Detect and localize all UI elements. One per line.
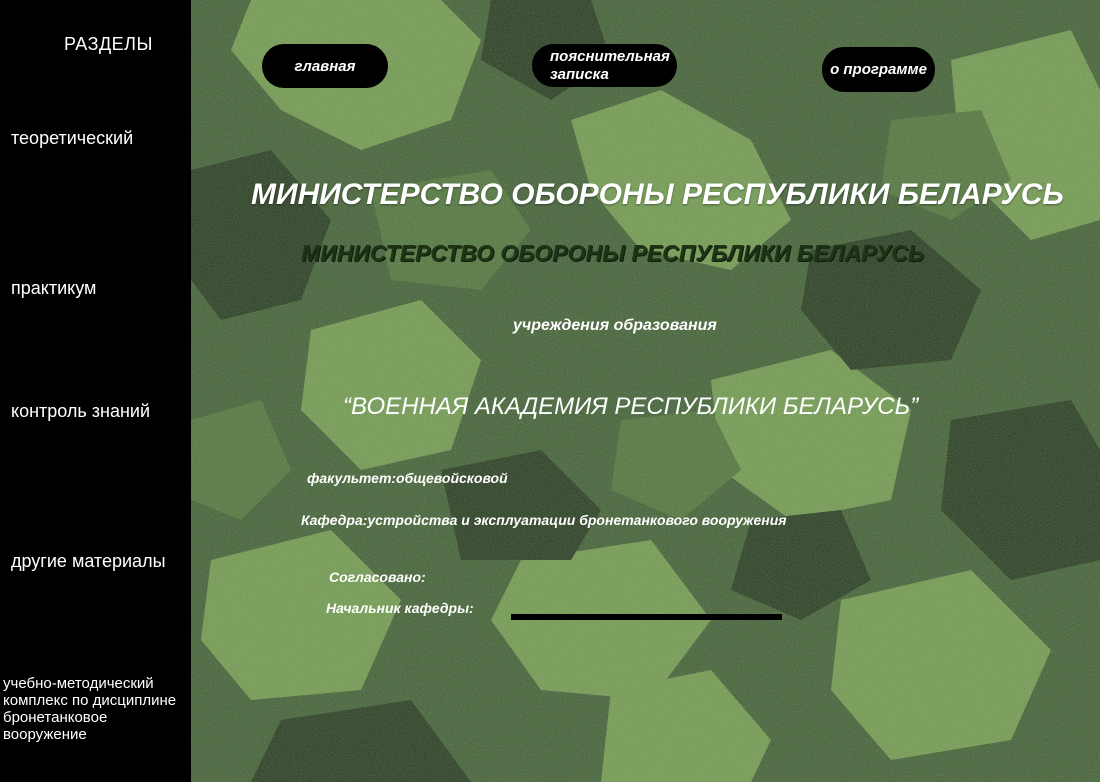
signature-line [511, 614, 782, 620]
nav-home-button[interactable]: главная [262, 44, 388, 88]
nav-note-label-line2: записка [550, 65, 609, 83]
sidebar-heading: РАЗДЕЛЫ [64, 34, 153, 54]
ministry-title-shadow: МИНИСТЕРСТВО ОБОРОНЫ РЕСПУБЛИКИ БЕЛАРУСЬ [301, 240, 925, 266]
camouflage-background [191, 0, 1100, 782]
main-area: главная пояснительная записка о программ… [191, 0, 1100, 782]
sidebar-item-knowledge-control[interactable]: контроль знаний [11, 401, 150, 422]
nav-explanatory-note-button[interactable]: пояснительная записка [532, 44, 677, 87]
academy-title: “ВОЕННАЯ АКАДЕМИЯ РЕСПУБЛИКИ БЕЛАРУСЬ” [343, 393, 919, 420]
nav-about-label: о программе [830, 61, 927, 78]
faculty-text: факультет:общевойсковой [307, 470, 508, 486]
department-text: Кафедра:устройства и эксплуатации бронет… [301, 512, 787, 528]
institution-text: учреждения образования [513, 317, 717, 334]
sidebar-item-other-materials[interactable]: другие материалы [11, 551, 166, 572]
ministry-title: МИНИСТЕРСТВО ОБОРОНЫ РЕСПУБЛИКИ БЕЛАРУСЬ [251, 178, 1064, 211]
sidebar: РАЗДЕЛЫ теоретический практикум контроль… [0, 0, 191, 782]
head-of-department-label: Начальник кафедры: [326, 600, 474, 616]
nav-home-label: главная [294, 57, 356, 75]
sidebar-item-practicum[interactable]: практикум [11, 278, 96, 299]
sidebar-item-theoretical[interactable]: теоретический [11, 128, 133, 149]
nav-note-label-line1: пояснительная [550, 47, 670, 65]
agreed-label: Согласовано: [329, 569, 426, 585]
nav-about-button[interactable]: о программе [822, 47, 935, 92]
sidebar-item-course-complex[interactable]: учебно-методический комплекс по дисципли… [3, 675, 191, 743]
